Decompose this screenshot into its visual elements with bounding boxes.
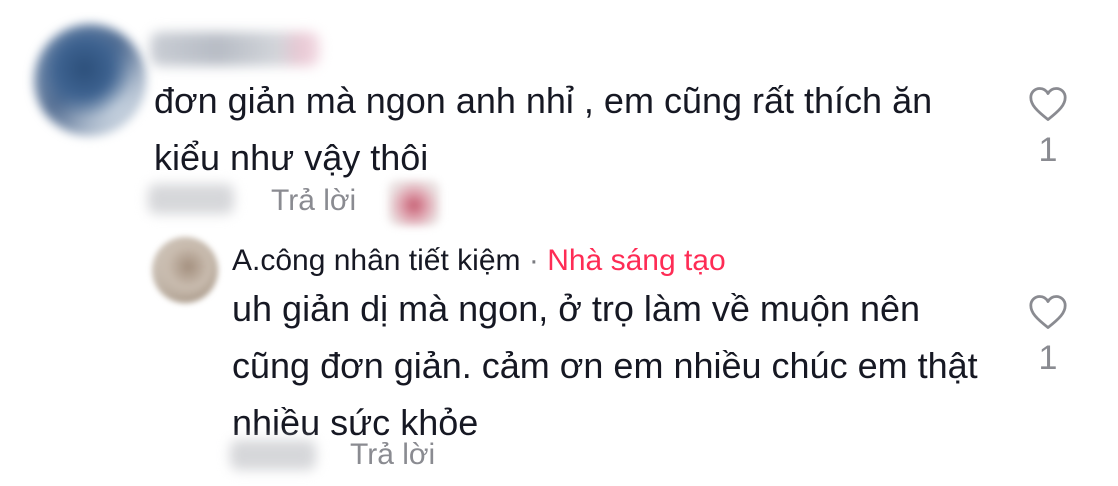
commenter-name-blurred [150, 32, 320, 66]
reply-date-blurred [230, 440, 316, 470]
commenter-avatar[interactable] [34, 24, 146, 136]
comment-like-button[interactable]: 1 [1028, 86, 1068, 170]
comment-date-blurred [148, 184, 234, 214]
reply-author-avatar[interactable] [152, 237, 218, 303]
header-separator: · [528, 244, 539, 277]
reply-header: A.công nhân tiết kiệm · Nhà sáng tạo [232, 242, 726, 280]
heart-outline-icon[interactable] [1028, 294, 1068, 330]
comment-reply-button[interactable]: Trả lời [271, 184, 356, 218]
reply-like-count: 1 [1038, 339, 1058, 377]
heart-outline-icon[interactable] [1028, 86, 1068, 122]
liked-by-creator-thumbnail [388, 180, 440, 226]
reply-like-button[interactable]: 1 [1028, 294, 1068, 378]
comment-like-count: 1 [1038, 131, 1058, 169]
creator-badge: Nhà sáng tạo [547, 244, 726, 277]
reply-text: uh giản dị mà ngon, ở trọ làm về muộn nê… [232, 288, 978, 443]
reply-reply-button[interactable]: Trả lời [350, 438, 435, 472]
reply-author-name[interactable]: A.công nhân tiết kiệm [232, 244, 521, 277]
comment-text: đơn giản mà ngon anh nhỉ , em cũng rất t… [154, 80, 933, 178]
